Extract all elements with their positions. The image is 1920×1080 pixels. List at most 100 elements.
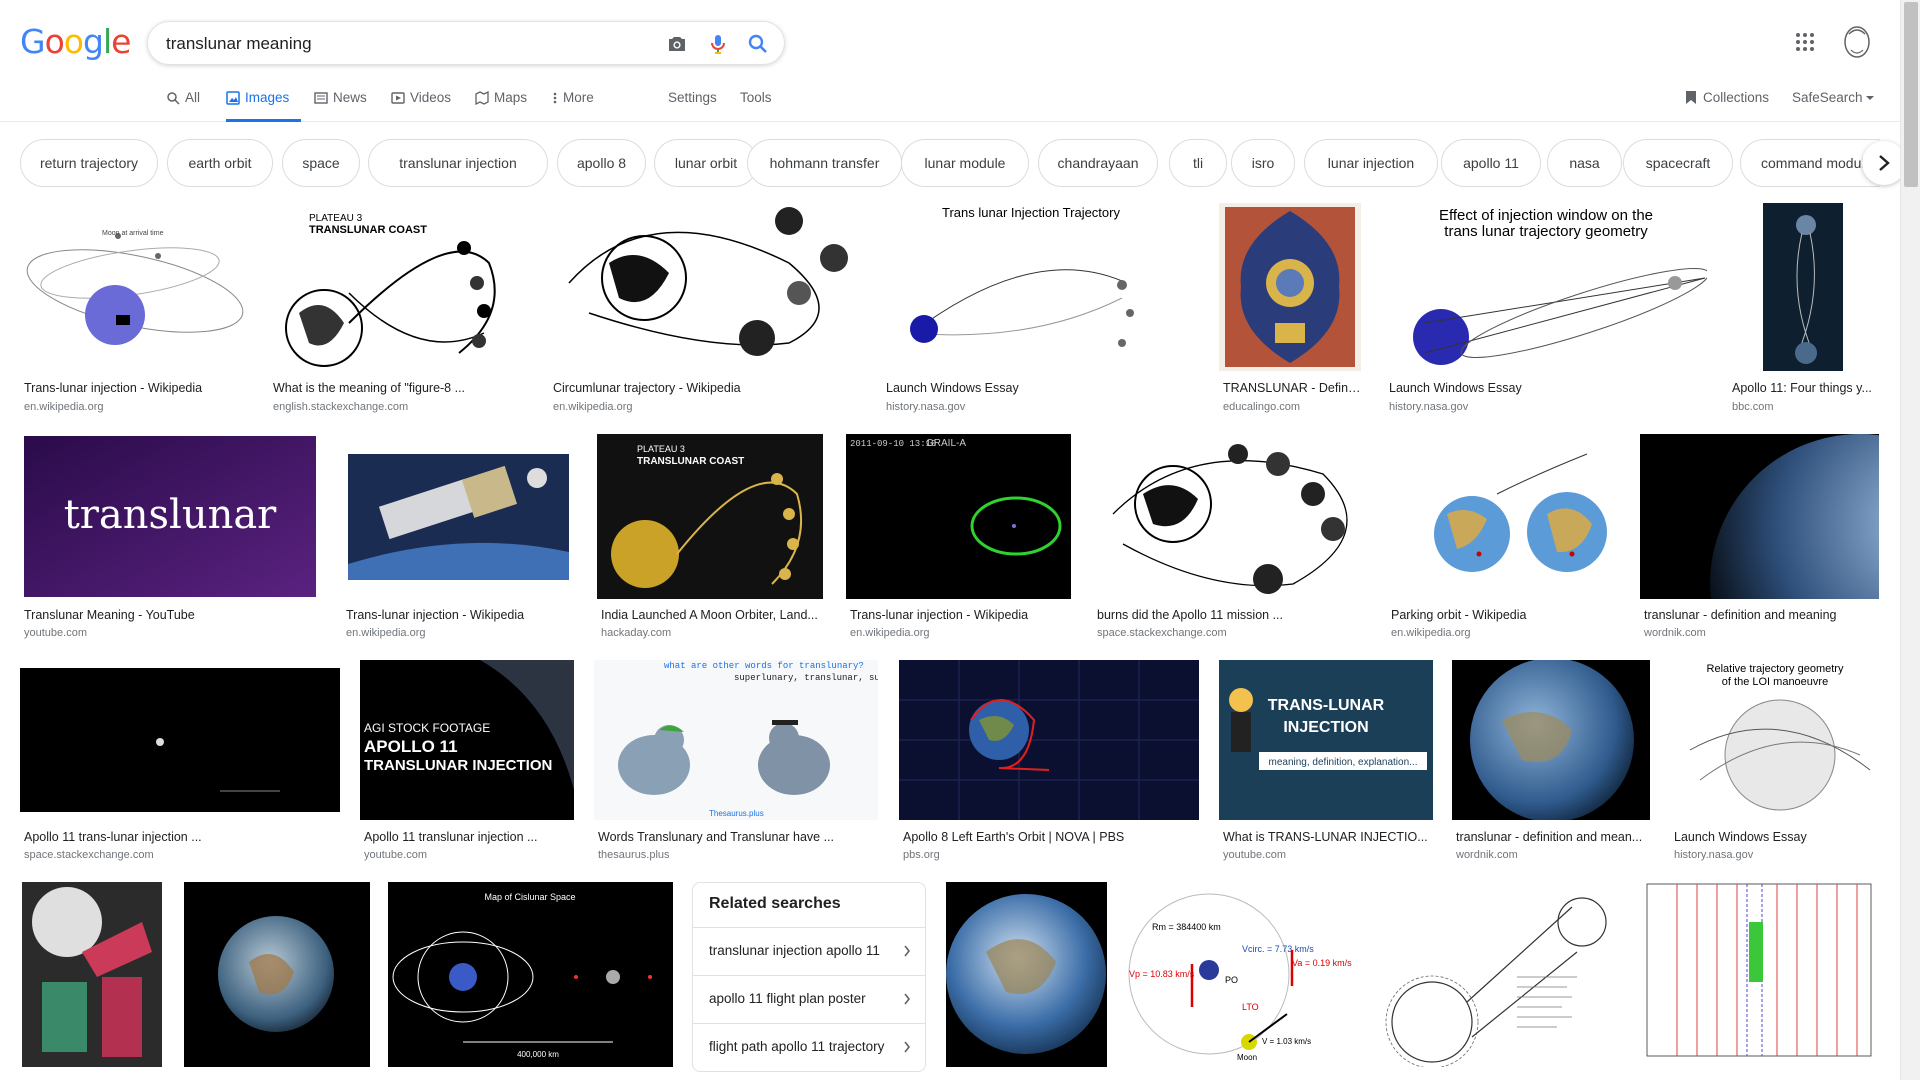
image-result[interactable]: AGI STOCK FOOTAGE APOLLO 11 TRANSLUNAR I… [360, 660, 574, 866]
image-result[interactable]: Map of Cislunar Space 400,000 km [388, 882, 673, 1080]
result-thumbnail: PLATEAU 3 TRANSLUNAR COAST [269, 203, 530, 371]
image-result[interactable] [1377, 882, 1617, 1080]
chip[interactable]: translunar injection [368, 139, 548, 187]
thumb-text: TRANS-LUNAR [1268, 697, 1385, 714]
image-result[interactable] [1637, 882, 1879, 1080]
image-result[interactable]: Circumlunar trajectory - Wikipedia en.wi… [549, 203, 861, 415]
chip[interactable]: chandrayaan [1038, 139, 1158, 187]
chip[interactable]: isro [1231, 139, 1295, 187]
chip[interactable]: spacecraft [1623, 139, 1733, 187]
image-result[interactable]: translunar Translunar Meaning - YouTube … [20, 434, 320, 640]
chip[interactable]: lunar module [901, 139, 1029, 187]
related-search-label: flight path apollo 11 trajectory [709, 1039, 885, 1054]
image-result[interactable]: TRANSLUNAR - Defini... educalingo.com [1219, 203, 1361, 415]
result-thumbnail: Effect of injection window on the trans … [1385, 203, 1707, 371]
chip[interactable]: apollo 8 [557, 139, 646, 187]
tab-all[interactable]: All [166, 90, 200, 122]
page-scrollbar[interactable] [1900, 0, 1920, 1080]
thumb-text: meaning, definition, explanation... [1269, 757, 1418, 768]
image-result[interactable]: Relative trajectory geometry of the LOI … [1670, 660, 1880, 866]
result-title: Translunar Meaning - YouTube [24, 608, 195, 622]
thumb-text: PLATEAU 3 [637, 444, 685, 454]
microphone-icon[interactable] [706, 32, 730, 56]
image-result[interactable]: Moon at arrival time Trans-lunar injecti… [20, 203, 249, 415]
search-box [147, 21, 785, 65]
tab-images[interactable]: Images [226, 90, 301, 122]
thumb-text: GRAIL-A [926, 438, 966, 449]
related-chips: return trajectory earth orbit space tran… [20, 139, 1880, 187]
image-result[interactable]: TRANS-LUNAR INJECTION meaning, definitio… [1219, 660, 1433, 866]
tab-maps[interactable]: Maps [475, 90, 527, 122]
related-searches-panel: Related searches translunar injection ap… [692, 882, 926, 1072]
apps-grid-icon[interactable] [1795, 32, 1815, 52]
image-result[interactable] [946, 882, 1107, 1080]
chip[interactable]: apollo 11 [1441, 139, 1541, 187]
search-icon[interactable] [746, 32, 770, 56]
account-avatar[interactable] [1841, 24, 1873, 60]
chevron-right-icon [904, 993, 911, 1005]
tools-link[interactable]: Tools [740, 90, 772, 105]
image-result[interactable] [22, 882, 162, 1080]
related-search-item[interactable]: translunar injection apollo 11 [693, 927, 925, 974]
tab-all-label: All [185, 90, 201, 105]
chip[interactable]: earth orbit [167, 139, 273, 187]
safesearch-dropdown[interactable]: SafeSearch [1792, 90, 1875, 105]
image-result[interactable]: burns did the Apollo 11 mission ... spac… [1093, 434, 1369, 640]
result-source: en.wikipedia.org [1391, 627, 1471, 639]
image-result[interactable]: Trans lunar Injection Trajectory Launch … [882, 203, 1198, 415]
settings-link[interactable]: Settings [668, 90, 717, 105]
safesearch-label: SafeSearch [1792, 90, 1863, 105]
image-result[interactable] [184, 882, 370, 1080]
tab-news[interactable]: News [314, 90, 367, 122]
google-logo[interactable]: Google [20, 22, 131, 61]
image-result[interactable]: translunar - definition and meaning word… [1640, 434, 1879, 640]
thumb-text: Relative trajectory geometry [1707, 663, 1844, 675]
result-thumbnail [20, 660, 340, 820]
tab-more[interactable]: More [552, 90, 594, 122]
scrollbar-thumb[interactable] [1904, 2, 1918, 187]
image-result[interactable]: Rm = 384400 km Vcirc. = 7.73 km/s Vp = 1… [1127, 882, 1357, 1080]
chip[interactable]: hohmann transfer [747, 139, 902, 187]
thumb-text: 400,000 km [517, 1050, 559, 1059]
chip[interactable]: command modul [1740, 139, 1880, 187]
result-source: history.nasa.gov [1674, 849, 1754, 861]
image-result[interactable]: PLATEAU 3 TRANSLUNAR COAST What is the m… [269, 203, 530, 415]
search-input[interactable] [166, 33, 626, 55]
image-result[interactable]: Trans-lunar injection - Wikipedia en.wik… [342, 434, 575, 640]
result-source: thesaurus.plus [598, 849, 670, 861]
image-result[interactable]: PLATEAU 3 TRANSLUNAR COAST India Launche… [597, 434, 823, 640]
related-search-item[interactable]: apollo 11 flight plan poster [693, 975, 925, 1022]
image-result[interactable]: 2011-09-10 13:10 GRAIL-A Trans-lunar inj… [846, 434, 1071, 640]
camera-icon[interactable] [665, 32, 689, 56]
image-result[interactable]: Effect of injection window on the trans … [1385, 203, 1707, 415]
result-source: space.stackexchange.com [24, 849, 154, 861]
image-result[interactable]: Apollo 11: Four things y... bbc.com [1728, 203, 1879, 415]
thumb-text: Trans lunar Injection Trajectory [942, 205, 1120, 220]
chip[interactable]: nasa [1547, 139, 1622, 187]
result-source: wordnik.com [1456, 849, 1518, 861]
chip[interactable]: lunar orbit [654, 139, 758, 187]
image-result[interactable]: what are other words for translunary? su… [594, 660, 878, 866]
result-title: Circumlunar trajectory - Wikipedia [553, 381, 741, 395]
image-result[interactable]: Apollo 11 trans-lunar injection ... spac… [20, 660, 340, 866]
result-title: What is TRANS-LUNAR INJECTIO... [1223, 830, 1428, 844]
chip[interactable]: space [282, 139, 360, 187]
result-title: India Launched A Moon Orbiter, Land... [601, 608, 818, 622]
image-result[interactable]: translunar - definition and mean... word… [1452, 660, 1650, 866]
result-thumbnail [1387, 434, 1621, 599]
result-thumbnail: TRANS-LUNAR INJECTION meaning, definitio… [1219, 660, 1433, 820]
tab-maps-label: Maps [494, 90, 528, 105]
chip[interactable]: tli [1169, 139, 1227, 187]
image-result[interactable]: Apollo 8 Left Earth's Orbit | NOVA | PBS… [899, 660, 1199, 866]
image-result[interactable]: Parking orbit - Wikipedia en.wikipedia.o… [1387, 434, 1621, 640]
result-source: en.wikipedia.org [346, 627, 426, 639]
result-source: en.wikipedia.org [24, 401, 104, 413]
tab-videos[interactable]: Videos [391, 90, 451, 122]
collections-link[interactable]: Collections [1685, 90, 1769, 105]
chip[interactable]: lunar injection [1304, 139, 1438, 187]
thumb-text: Map of Cislunar Space [484, 892, 575, 902]
chip[interactable]: return trajectory [20, 139, 158, 187]
tab-more-label: More [563, 90, 594, 105]
result-thumbnail [1093, 434, 1369, 599]
related-search-item[interactable]: flight path apollo 11 trajectory [693, 1023, 925, 1070]
